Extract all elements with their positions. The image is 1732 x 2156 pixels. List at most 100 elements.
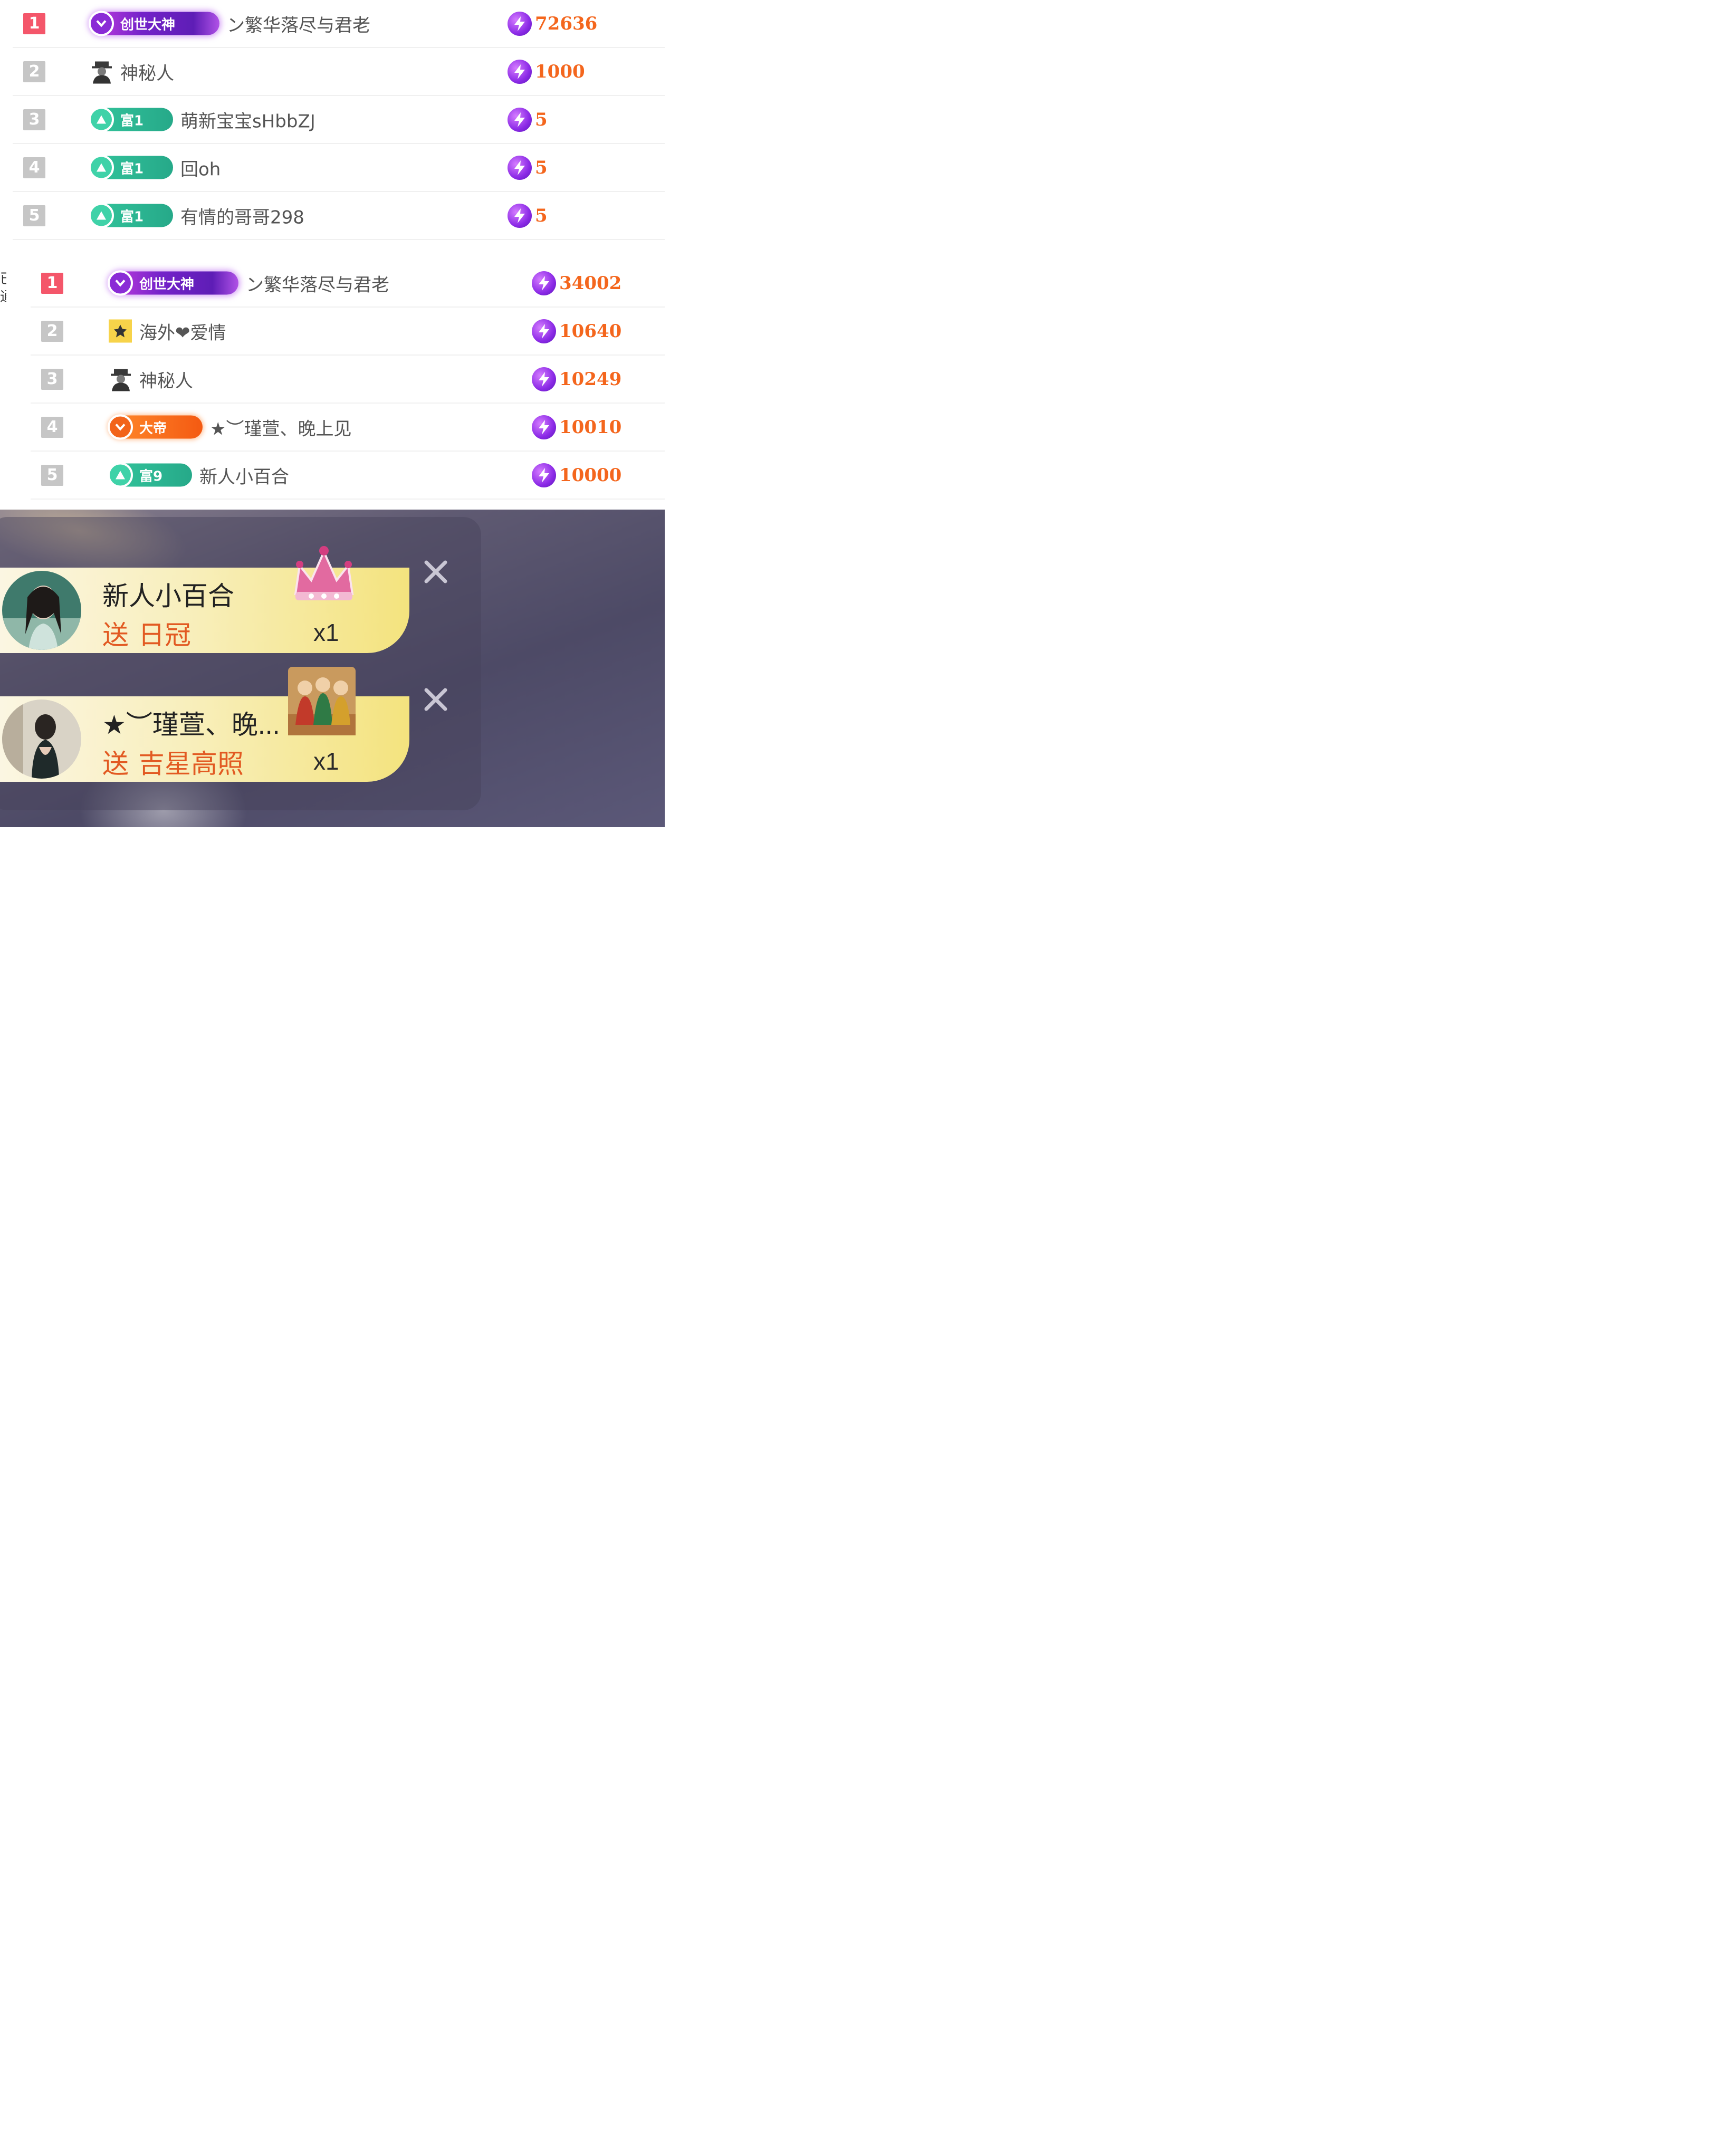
rank-badge: 5 <box>41 464 63 486</box>
user-identity: 神秘人 <box>90 59 174 84</box>
leaderboard-2: 1 创世大神 ン繁华落尽与君老 34002 2 海外❤爱情 10640 3 神秘… <box>31 260 665 500</box>
leaderboard-row[interactable]: 4 富1 回oh 5 <box>13 144 665 192</box>
gift-quantity: x1 <box>313 619 339 646</box>
score: 34002 <box>532 271 621 295</box>
user-name[interactable]: 神秘人 <box>120 59 174 84</box>
rank-badge: 2 <box>23 61 45 82</box>
score-value: 10010 <box>559 416 622 438</box>
rank-badge: 4 <box>41 416 63 438</box>
level-badge-rich: 富1 <box>89 203 173 228</box>
gift-notification-panel: 新人小百合 送日冠 x1 ★︶瑾萱、晚... 送 吉星高照 x1 <box>0 510 665 827</box>
user-identity: 创世大神 ン繁华落尽与君老 <box>108 270 389 296</box>
badge-label: 创世大神 <box>120 17 176 33</box>
rank-badge: 3 <box>41 368 63 390</box>
leaderboard-row[interactable]: 5 富9 新人小百合 10000 <box>31 452 665 500</box>
rank-badge: 2 <box>41 320 63 342</box>
score-value: 34002 <box>559 272 622 294</box>
user-identity: 海外❤爱情 <box>109 318 226 344</box>
gift-verb: 送 <box>102 620 129 650</box>
level-circle-icon <box>89 107 114 132</box>
level-circle-icon <box>89 11 114 36</box>
crown-icon <box>294 546 354 600</box>
user-name[interactable]: ン繁华落尽与君老 <box>227 11 370 36</box>
lightning-icon <box>508 107 532 132</box>
user-identity: 创世大神 ン繁华落尽与君老 <box>89 11 370 36</box>
rank-badge: 4 <box>23 157 45 178</box>
leaderboard-row[interactable]: 5 富1 有情的哥哥298 5 <box>13 192 665 240</box>
user-identity: 富1 有情的哥哥298 <box>89 203 304 228</box>
user-name[interactable]: 回oh <box>180 155 221 180</box>
score-value: 5 <box>535 109 548 130</box>
user-name[interactable]: 神秘人 <box>139 366 193 392</box>
level-circle-icon <box>108 270 133 296</box>
level-circle-icon <box>108 462 133 488</box>
user-name[interactable]: 萌新宝宝sHbbZJ <box>180 107 315 132</box>
lightning-icon <box>532 415 556 439</box>
leaderboard-row[interactable]: 1 创世大神 ン繁华落尽与君老 34002 <box>31 260 665 308</box>
lightning-icon <box>532 271 556 295</box>
score: 5 <box>508 155 548 180</box>
user-identity: 大帝 ★︶瑾萱、晚上见 <box>108 414 351 440</box>
gift-notification[interactable]: 新人小百合 送日冠 x1 <box>0 546 409 653</box>
sender-name: 新人小百合 <box>102 581 234 611</box>
score-value: 10249 <box>559 368 622 390</box>
gift-name: 日冠 <box>138 620 191 650</box>
score: 10249 <box>532 367 621 391</box>
close-icon[interactable] <box>422 558 449 586</box>
gift-description: 送日冠 <box>102 614 191 652</box>
leaderboard-row[interactable]: 2 神秘人 1000 <box>13 48 665 96</box>
lightning-icon <box>532 319 556 343</box>
lightning-icon <box>508 11 532 36</box>
gift-quantity: x1 <box>313 748 339 775</box>
user-name[interactable]: ★︶瑾萱、晚上见 <box>210 414 351 440</box>
score: 72636 <box>508 11 598 36</box>
user-name[interactable]: 新人小百合 <box>199 462 289 488</box>
sender-avatar[interactable] <box>2 571 81 650</box>
level-circle-icon <box>89 203 114 228</box>
leaderboard-1: 1 创世大神 ン繁华落尽与君老 72636 2 神秘人 1000 3 富1 萌新… <box>13 0 665 240</box>
rank-badge: 1 <box>23 13 45 34</box>
score: 5 <box>508 107 548 132</box>
score-value: 10640 <box>559 320 622 342</box>
lightning-icon <box>532 463 556 487</box>
leaderboard-row[interactable]: 4 大帝 ★︶瑾萱、晚上见 10010 <box>31 404 665 452</box>
gift-verb: 送 <box>102 749 129 779</box>
user-identity: 富1 萌新宝宝sHbbZJ <box>89 107 315 132</box>
gift-name: 吉星高照 <box>138 749 244 779</box>
score-value: 5 <box>535 157 548 178</box>
score-value: 72636 <box>535 13 598 34</box>
level-circle-icon <box>89 155 114 180</box>
badge-label: 富1 <box>120 161 144 177</box>
leaderboard-row[interactable]: 1 创世大神 ン繁华落尽与君老 72636 <box>13 0 665 48</box>
lightning-icon <box>508 155 532 180</box>
lightning-icon <box>508 203 532 228</box>
badge-label: 富9 <box>139 468 163 484</box>
lightning-icon <box>532 367 556 391</box>
rank-badge: 1 <box>41 272 63 294</box>
cropped-side-text: 已通 <box>0 270 6 306</box>
score: 10640 <box>532 319 621 343</box>
close-icon[interactable] <box>422 686 449 713</box>
leaderboard-row[interactable]: 3 富1 萌新宝宝sHbbZJ 5 <box>13 96 665 144</box>
gift-notification[interactable]: ★︶瑾萱、晚... 送吉星高照 x1 <box>0 667 409 782</box>
score: 10010 <box>532 415 621 439</box>
leaderboard-row[interactable]: 2 海外❤爱情 10640 <box>31 308 665 356</box>
user-identity: 富1 回oh <box>89 155 221 180</box>
user-name[interactable]: ン繁华落尽与君老 <box>246 270 389 296</box>
score: 10000 <box>532 463 621 487</box>
gift-description: 送吉星高照 <box>102 743 244 781</box>
score-value: 5 <box>535 205 548 226</box>
level-badge-god: 创世大神 <box>108 270 238 296</box>
leaderboard-row[interactable]: 3 神秘人 10249 <box>31 356 665 404</box>
score-value: 10000 <box>559 464 622 486</box>
level-badge-god: 创世大神 <box>89 11 219 36</box>
user-avatar-icon <box>109 319 132 343</box>
badge-label: 富1 <box>120 209 144 225</box>
badge-label: 创世大神 <box>139 276 195 292</box>
sender-avatar[interactable] <box>2 699 81 779</box>
user-name[interactable]: 海外❤爱情 <box>139 318 226 344</box>
lightning-icon <box>508 59 532 84</box>
rank-badge: 3 <box>23 109 45 130</box>
user-name[interactable]: 有情的哥哥298 <box>180 203 304 228</box>
score: 5 <box>508 203 548 228</box>
